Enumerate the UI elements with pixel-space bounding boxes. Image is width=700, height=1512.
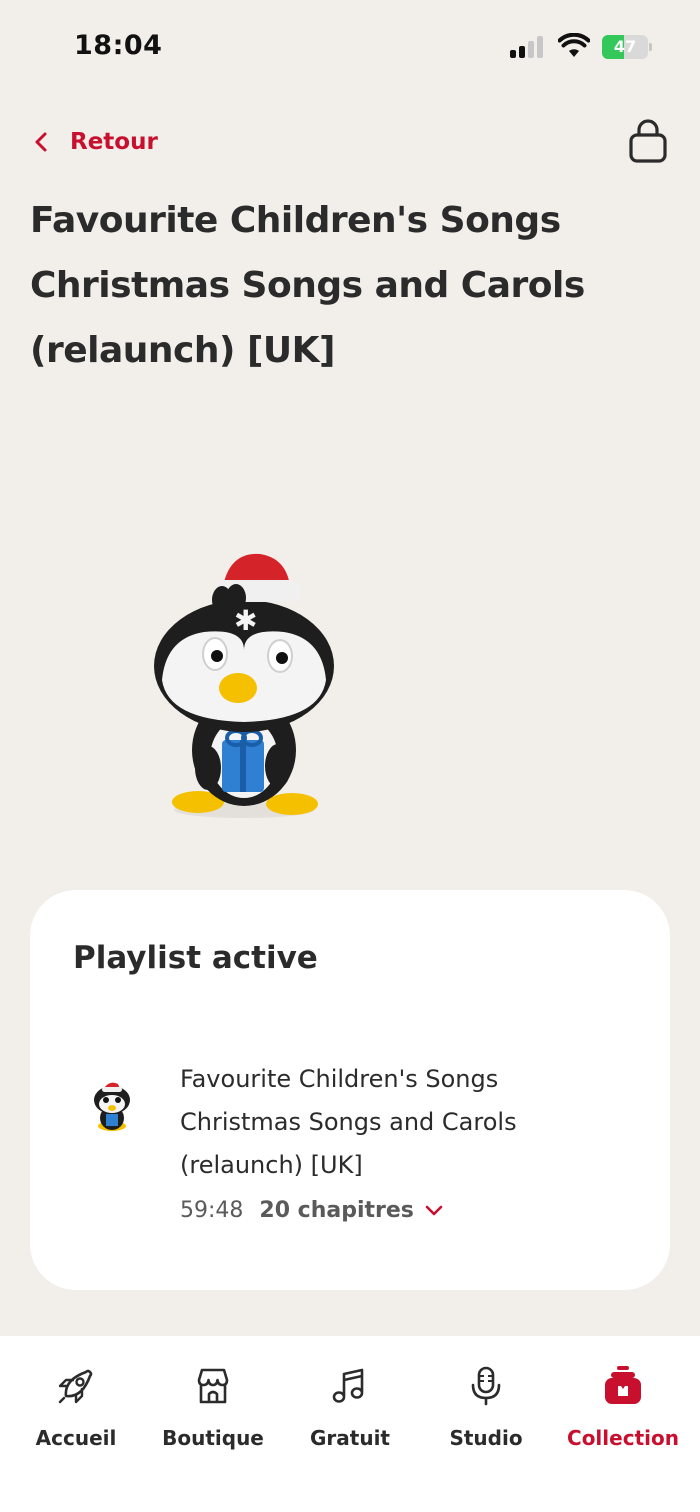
track-thumbnail[interactable]	[90, 1080, 134, 1132]
bottom-tab-bar: Accueil Boutique Gratuit Studio Collecti…	[0, 1336, 700, 1512]
tab-label: Boutique	[162, 1426, 264, 1450]
status-bar: 18:04 47	[0, 0, 700, 90]
track-title[interactable]: Favourite Children's Songs Christmas Son…	[180, 1058, 600, 1187]
tab-accueil[interactable]: Accueil	[6, 1364, 146, 1450]
tab-label: Accueil	[35, 1426, 117, 1450]
chevron-down-icon[interactable]	[424, 1204, 444, 1218]
shopping-bag-icon[interactable]	[626, 118, 670, 164]
collection-icon	[605, 1366, 641, 1404]
battery-icon: 47	[602, 35, 652, 59]
back-button[interactable]: Retour	[30, 124, 158, 160]
track-duration: 59:48	[180, 1198, 244, 1223]
tab-collection[interactable]: Collection	[553, 1364, 693, 1450]
track-meta[interactable]: 59:48 20 chapitres	[180, 1198, 444, 1223]
tab-label: Studio	[449, 1426, 523, 1450]
store-icon	[197, 1368, 229, 1404]
tab-boutique[interactable]: Boutique	[143, 1364, 283, 1450]
tab-studio[interactable]: Studio	[416, 1364, 556, 1450]
battery-level: 47	[613, 37, 637, 56]
playlist-card: Playlist active Favourite Children's Son…	[30, 890, 670, 1290]
page-title: Favourite Children's Songs Christmas Son…	[30, 200, 585, 371]
back-label: Retour	[70, 129, 158, 155]
playlist-heading: Playlist active	[73, 940, 318, 976]
chevron-left-icon	[35, 132, 47, 152]
status-time: 18:04	[74, 30, 163, 61]
rocket-icon	[58, 1369, 93, 1404]
penguin-figure-image: ✱	[154, 553, 334, 818]
chapters-count: 20 chapitres	[259, 1198, 414, 1223]
wifi-icon	[558, 33, 590, 57]
signal-icon	[510, 36, 546, 58]
screen: 18:04 47 Retour Favourite Children's Son…	[0, 0, 700, 1512]
tab-label: Collection	[567, 1426, 679, 1450]
tab-gratuit[interactable]: Gratuit	[280, 1364, 420, 1450]
tab-label: Gratuit	[310, 1426, 390, 1450]
microphone-icon	[471, 1366, 501, 1406]
music-note-icon	[332, 1368, 364, 1403]
